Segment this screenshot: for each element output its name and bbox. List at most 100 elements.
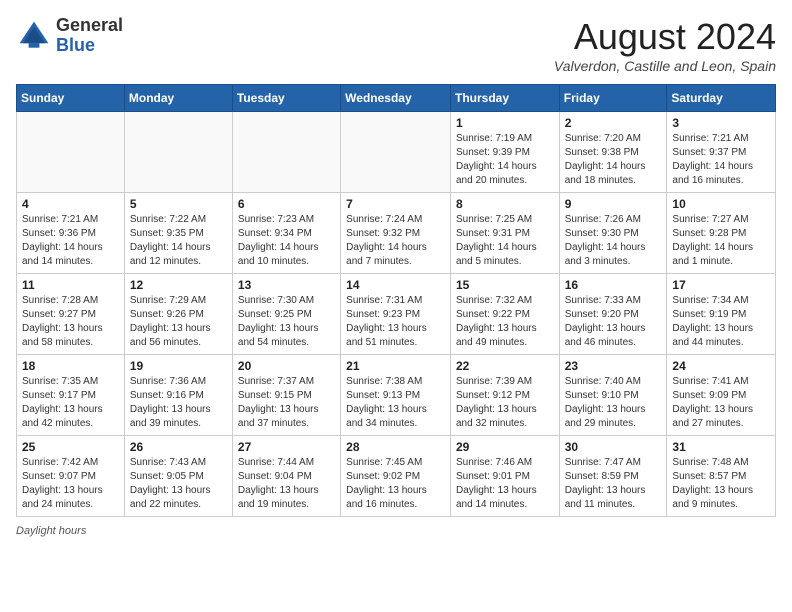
calendar-cell bbox=[232, 112, 340, 193]
calendar-cell: 5 Sunrise: 7:22 AM Sunset: 9:35 PM Daylig… bbox=[124, 193, 232, 274]
day-info: Sunrise: 7:45 AM Sunset: 9:02 PM Dayligh… bbox=[346, 456, 445, 512]
calendar-cell: 24 Sunrise: 7:41 AM Sunset: 9:09 PM Dayli… bbox=[667, 355, 776, 436]
day-number: 12 bbox=[130, 278, 227, 292]
logo-general-text: General bbox=[56, 15, 123, 35]
calendar-cell: 6Sunrise: 7:23 AM Sunset: 9:34 PM Daylig… bbox=[232, 193, 340, 274]
day-info: Sunrise: 7:37 AM Sunset: 9:15 PM Dayligh… bbox=[238, 375, 335, 431]
day-number: 4 bbox=[22, 197, 119, 211]
day-info: Sunrise: 7:27 AM Sunset: 9:28 PM Dayligh… bbox=[672, 213, 770, 269]
day-number: 28 bbox=[346, 440, 445, 454]
day-info: Sunrise: 7:44 AM Sunset: 9:04 PM Dayligh… bbox=[238, 456, 335, 512]
calendar-cell: 18 Sunrise: 7:35 AM Sunset: 9:17 PM Dayli… bbox=[17, 355, 125, 436]
calendar-cell: 14 Sunrise: 7:31 AM Sunset: 9:23 PM Dayli… bbox=[341, 274, 451, 355]
day-info: Sunrise: 7:21 AM Sunset: 9:36 PM Dayligh… bbox=[22, 213, 119, 269]
day-info: Sunrise: 7:32 AM Sunset: 9:22 PM Dayligh… bbox=[456, 294, 554, 350]
day-info: Sunrise: 7:35 AM Sunset: 9:17 PM Dayligh… bbox=[22, 375, 119, 431]
day-number: 21 bbox=[346, 359, 445, 373]
calendar-cell: 20 Sunrise: 7:37 AM Sunset: 9:15 PM Dayli… bbox=[232, 355, 340, 436]
day-info: Sunrise: 7:34 AM Sunset: 9:19 PM Dayligh… bbox=[672, 294, 770, 350]
weekday-header: Sunday bbox=[17, 85, 125, 112]
day-number: 24 bbox=[672, 359, 770, 373]
calendar-cell: 21Sunrise: 7:38 AM Sunset: 9:13 PM Dayli… bbox=[341, 355, 451, 436]
day-info: Sunrise: 7:41 AM Sunset: 9:09 PM Dayligh… bbox=[672, 375, 770, 431]
day-info: Sunrise: 7:42 AM Sunset: 9:07 PM Dayligh… bbox=[22, 456, 119, 512]
calendar-cell: 13 Sunrise: 7:30 AM Sunset: 9:25 PM Dayli… bbox=[232, 274, 340, 355]
calendar-header: SundayMondayTuesdayWednesdayThursdayFrid… bbox=[17, 85, 776, 112]
day-info: Sunrise: 7:24 AM Sunset: 9:32 PM Dayligh… bbox=[346, 213, 445, 269]
day-info: Sunrise: 7:30 AM Sunset: 9:25 PM Dayligh… bbox=[238, 294, 335, 350]
calendar-cell: 2Sunrise: 7:20 AM Sunset: 9:38 PM Daylig… bbox=[559, 112, 667, 193]
weekday-header: Wednesday bbox=[341, 85, 451, 112]
day-info: Sunrise: 7:22 AM Sunset: 9:35 PM Dayligh… bbox=[130, 213, 227, 269]
calendar-cell: 10 Sunrise: 7:27 AM Sunset: 9:28 PM Dayli… bbox=[667, 193, 776, 274]
footer: Daylight hours bbox=[16, 525, 776, 537]
day-info: Sunrise: 7:29 AM Sunset: 9:26 PM Dayligh… bbox=[130, 294, 227, 350]
calendar-cell: 17 Sunrise: 7:34 AM Sunset: 9:19 PM Dayli… bbox=[667, 274, 776, 355]
day-info: Sunrise: 7:28 AM Sunset: 9:27 PM Dayligh… bbox=[22, 294, 119, 350]
calendar-cell: 16Sunrise: 7:33 AM Sunset: 9:20 PM Dayli… bbox=[559, 274, 667, 355]
day-number: 18 bbox=[22, 359, 119, 373]
day-number: 22 bbox=[456, 359, 554, 373]
logo-icon bbox=[16, 18, 52, 54]
calendar-cell: 26Sunrise: 7:43 AM Sunset: 9:05 PM Dayli… bbox=[124, 436, 232, 517]
day-number: 26 bbox=[130, 440, 227, 454]
title-block: August 2024 Valverdon, Castille and Leon… bbox=[554, 16, 776, 74]
calendar-cell bbox=[341, 112, 451, 193]
calendar-cell: 12 Sunrise: 7:29 AM Sunset: 9:26 PM Dayli… bbox=[124, 274, 232, 355]
calendar-cell bbox=[124, 112, 232, 193]
day-info: Sunrise: 7:19 AM Sunset: 9:39 PM Dayligh… bbox=[456, 132, 554, 188]
calendar-cell: 27 Sunrise: 7:44 AM Sunset: 9:04 PM Dayli… bbox=[232, 436, 340, 517]
calendar-cell: 31 Sunrise: 7:48 AM Sunset: 8:57 PM Dayli… bbox=[667, 436, 776, 517]
day-number: 16 bbox=[565, 278, 662, 292]
day-info: Sunrise: 7:46 AM Sunset: 9:01 PM Dayligh… bbox=[456, 456, 554, 512]
calendar-cell: 22 Sunrise: 7:39 AM Sunset: 9:12 PM Dayli… bbox=[450, 355, 559, 436]
calendar-cell: 3Sunrise: 7:21 AM Sunset: 9:37 PM Daylig… bbox=[667, 112, 776, 193]
day-number: 8 bbox=[456, 197, 554, 211]
day-number: 17 bbox=[672, 278, 770, 292]
page-header: General Blue August 2024 Valverdon, Cast… bbox=[16, 16, 776, 74]
calendar-cell: 7 Sunrise: 7:24 AM Sunset: 9:32 PM Daylig… bbox=[341, 193, 451, 274]
calendar-cell: 28 Sunrise: 7:45 AM Sunset: 9:02 PM Dayli… bbox=[341, 436, 451, 517]
day-number: 5 bbox=[130, 197, 227, 211]
day-number: 15 bbox=[456, 278, 554, 292]
day-number: 29 bbox=[456, 440, 554, 454]
day-number: 23 bbox=[565, 359, 662, 373]
day-info: Sunrise: 7:20 AM Sunset: 9:38 PM Dayligh… bbox=[565, 132, 662, 188]
location-subtitle: Valverdon, Castille and Leon, Spain bbox=[554, 58, 776, 74]
logo-blue-text: Blue bbox=[56, 35, 95, 55]
calendar-cell: 30 Sunrise: 7:47 AM Sunset: 8:59 PM Dayli… bbox=[559, 436, 667, 517]
calendar-cell: 25Sunrise: 7:42 AM Sunset: 9:07 PM Dayli… bbox=[17, 436, 125, 517]
month-title: August 2024 bbox=[554, 16, 776, 58]
weekday-header: Thursday bbox=[450, 85, 559, 112]
footer-label: Daylight hours bbox=[16, 525, 86, 537]
day-number: 10 bbox=[672, 197, 770, 211]
day-number: 9 bbox=[565, 197, 662, 211]
weekday-header: Saturday bbox=[667, 85, 776, 112]
day-info: Sunrise: 7:39 AM Sunset: 9:12 PM Dayligh… bbox=[456, 375, 554, 431]
day-number: 31 bbox=[672, 440, 770, 454]
calendar-cell: 29 Sunrise: 7:46 AM Sunset: 9:01 PM Dayli… bbox=[450, 436, 559, 517]
weekday-header: Monday bbox=[124, 85, 232, 112]
day-info: Sunrise: 7:48 AM Sunset: 8:57 PM Dayligh… bbox=[672, 456, 770, 512]
day-info: Sunrise: 7:47 AM Sunset: 8:59 PM Dayligh… bbox=[565, 456, 662, 512]
day-number: 7 bbox=[346, 197, 445, 211]
calendar-cell: 4 Sunrise: 7:21 AM Sunset: 9:36 PM Daylig… bbox=[17, 193, 125, 274]
weekday-header: Friday bbox=[559, 85, 667, 112]
calendar-cell bbox=[17, 112, 125, 193]
day-number: 19 bbox=[130, 359, 227, 373]
day-number: 1 bbox=[456, 116, 554, 130]
day-number: 20 bbox=[238, 359, 335, 373]
day-number: 6 bbox=[238, 197, 335, 211]
day-number: 30 bbox=[565, 440, 662, 454]
calendar-cell: 1 Sunrise: 7:19 AM Sunset: 9:39 PM Daylig… bbox=[450, 112, 559, 193]
day-info: Sunrise: 7:26 AM Sunset: 9:30 PM Dayligh… bbox=[565, 213, 662, 269]
day-number: 11 bbox=[22, 278, 119, 292]
calendar-cell: 9 Sunrise: 7:26 AM Sunset: 9:30 PM Daylig… bbox=[559, 193, 667, 274]
day-number: 14 bbox=[346, 278, 445, 292]
day-number: 27 bbox=[238, 440, 335, 454]
calendar-cell: 11 Sunrise: 7:28 AM Sunset: 9:27 PM Dayli… bbox=[17, 274, 125, 355]
day-info: Sunrise: 7:21 AM Sunset: 9:37 PM Dayligh… bbox=[672, 132, 770, 188]
weekday-header: Tuesday bbox=[232, 85, 340, 112]
day-info: Sunrise: 7:31 AM Sunset: 9:23 PM Dayligh… bbox=[346, 294, 445, 350]
day-number: 13 bbox=[238, 278, 335, 292]
